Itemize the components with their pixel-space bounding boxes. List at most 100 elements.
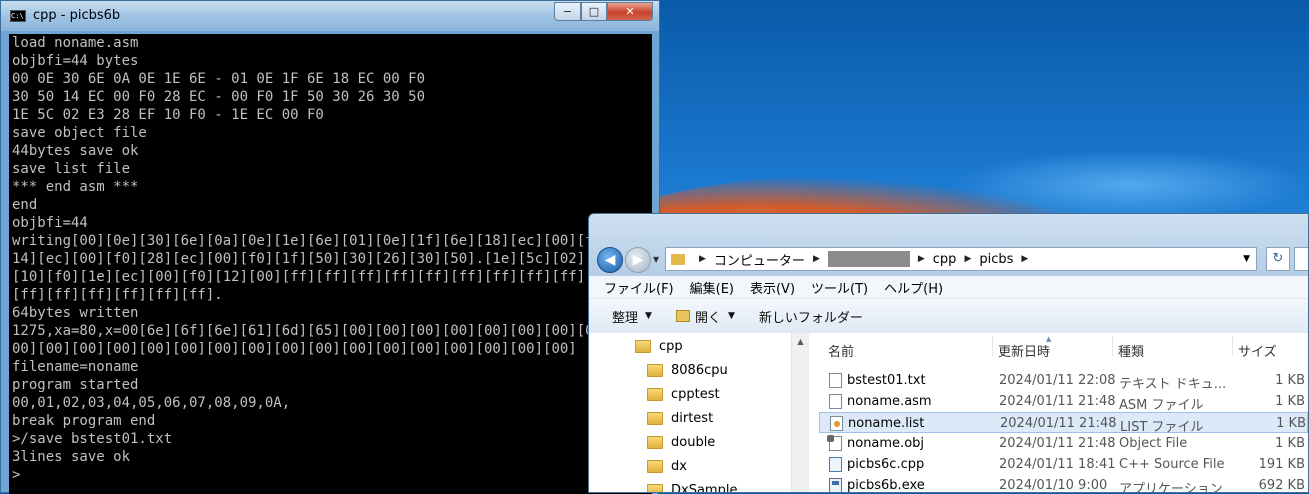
menu-bar: ファイル(F) 編集(E) 表示(V) ツール(T) ヘルプ(H) — [589, 276, 1308, 299]
file-row[interactable]: noname.asm 2024/01/11 21:48 ASM ファイル 1 KB — [819, 391, 1308, 413]
column-date[interactable]: 更新日時 — [998, 341, 1050, 360]
console-line: 00,01,02,03,04,05,06,07,08,09,0A, — [12, 395, 291, 411]
address-bar[interactable]: ▶ コンピューター ▶ ▶ cpp ▶ picbs ▶ ▼ — [665, 247, 1257, 271]
file-size: 1 KB — [1275, 436, 1305, 451]
open-button[interactable]: 開く ▼ — [675, 307, 735, 326]
new-folder-label: 新しいフォルダー — [758, 310, 863, 326]
file-name: picbs6b.exe — [847, 478, 925, 493]
breadcrumb-separator-icon[interactable]: ▶ — [918, 254, 925, 264]
console-line: end — [12, 197, 38, 213]
console-window[interactable]: C:\ cpp - picbs6b − □ ✕ load noname.asm o… — [0, 0, 660, 494]
maximize-button[interactable]: □ — [581, 2, 607, 21]
file-size: 692 KB — [1258, 478, 1305, 493]
file-name: noname.obj — [847, 436, 925, 451]
file-size: 1 KB — [1275, 373, 1305, 388]
search-input[interactable] — [1294, 247, 1308, 271]
console-line: writing[00][0e][30][6e][0a][0e][1e][6e][… — [12, 233, 619, 249]
file-size: 1 KB — [1276, 416, 1306, 431]
window-buttons: − □ ✕ — [554, 2, 653, 21]
breadcrumb-computer[interactable]: コンピューター — [714, 250, 805, 269]
sort-indicator-icon: ▲ — [1046, 335, 1052, 343]
file-row[interactable]: bstest01.txt 2024/01/11 22:08 テキスト ドキュ... 1… — [819, 370, 1308, 392]
console-line: 44bytes save ok — [12, 143, 139, 159]
menu-tools[interactable]: ツール(T) — [811, 278, 868, 297]
address-dropdown-icon[interactable]: ▼ — [1243, 254, 1250, 264]
breadcrumb-separator-icon[interactable]: ▶ — [699, 254, 706, 264]
file-type: C++ Source File — [1119, 457, 1225, 472]
column-divider[interactable] — [1112, 336, 1113, 356]
console-line: 30 50 14 EC 00 F0 28 EC - 00 F0 1F 50 30… — [12, 89, 426, 105]
new-folder-button[interactable]: 新しいフォルダー — [759, 307, 863, 326]
breadcrumb-cpp[interactable]: cpp — [933, 252, 957, 267]
file-size: 191 KB — [1258, 457, 1305, 472]
file-date: 2024/01/11 21:48 — [999, 394, 1116, 409]
file-row[interactable]: picbs6b.exe 2024/01/10 9:00 アプリケーション 692 KB — [819, 475, 1308, 493]
folder-icon — [671, 253, 685, 265]
column-divider[interactable] — [1232, 336, 1233, 356]
menu-view[interactable]: 表示(V) — [750, 278, 795, 297]
console-line: 00][00][00][00][00][00][00][00][00][00][… — [12, 341, 577, 357]
console-line: 00 0E 30 6E 0A 0E 1E 6E - 01 0E 1F 6E 18… — [12, 71, 426, 87]
column-size[interactable]: サイズ — [1238, 341, 1277, 360]
file-row[interactable]: noname.obj 2024/01/11 21:48 Object File 1 K… — [819, 433, 1308, 454]
file-date: 2024/01/11 21:48 — [999, 436, 1116, 451]
column-headers: 名前 更新日時 ▲ 種類 サイズ — [589, 333, 1308, 360]
console-line: 1275,xa=80,x=00[6e][6f][6e][61][6d][65][… — [12, 323, 619, 339]
file-type: Object File — [1119, 436, 1188, 451]
forward-button[interactable]: ▶ — [625, 247, 651, 273]
console-line: [10][f0][1e][ec][00][f0][12][00][ff][ff]… — [12, 269, 628, 285]
breadcrumb-separator-icon[interactable]: ▶ — [1021, 254, 1028, 264]
console-app-icon: C:\ — [10, 10, 26, 22]
file-date: 2024/01/11 21:48 — [1000, 416, 1117, 431]
file-list[interactable]: 名前 更新日時 ▲ 種類 サイズ bstest01.txt 2024/01/11 … — [589, 333, 1308, 492]
chevron-down-icon: ▼ — [645, 311, 652, 321]
file-row[interactable]: noname.list 2024/01/11 21:48 LIST ファイル 1 KB — [819, 412, 1308, 435]
open-icon — [675, 310, 690, 322]
menu-help[interactable]: ヘルプ(H) — [884, 278, 943, 297]
breadcrumb-separator-icon[interactable]: ▶ — [964, 254, 971, 264]
console-output[interactable]: load noname.asm objbfi=44 bytes 00 0E 30 6… — [9, 34, 653, 494]
redacted-breadcrumb — [827, 251, 910, 267]
console-line: 64bytes written — [12, 305, 139, 321]
column-name[interactable]: 名前 — [828, 341, 854, 360]
column-type[interactable]: 種類 — [1118, 341, 1144, 360]
console-title: cpp - picbs6b — [33, 8, 121, 23]
file-type: テキスト ドキュ... — [1119, 377, 1227, 392]
file-name: noname.list — [848, 416, 925, 431]
explorer-panes: ▲ cpp 8086cpu cpptest dirtest double dx DxSamp… — [589, 333, 1308, 492]
file-type: アプリケーション — [1119, 482, 1223, 493]
console-titlebar[interactable]: C:\ cpp - picbs6b − □ ✕ — [1, 1, 659, 31]
console-line: filename=noname — [12, 359, 139, 375]
column-divider[interactable] — [992, 336, 993, 356]
file-row[interactable]: picbs6c.cpp 2024/01/11 18:41 C++ Source Fi… — [819, 454, 1308, 475]
organize-button[interactable]: 整理 ▼ — [612, 307, 652, 326]
organize-label: 整理 — [612, 310, 639, 326]
recent-pages-dropdown-icon[interactable]: ▼ — [653, 255, 659, 264]
refresh-button[interactable]: ↻ — [1266, 247, 1290, 271]
console-line: program started — [12, 377, 139, 393]
console-line: 3lines save ok — [12, 449, 131, 465]
list-file-icon — [830, 416, 843, 431]
open-label: 開く — [694, 310, 721, 326]
file-type: ASM ファイル — [1119, 398, 1204, 413]
console-line: objbfi=44 bytes — [12, 53, 139, 69]
console-line: > — [12, 467, 21, 483]
breadcrumb-separator-icon[interactable]: ▶ — [813, 254, 820, 264]
text-file-icon — [829, 373, 842, 388]
console-line: break program end — [12, 413, 156, 429]
file-name: noname.asm — [847, 394, 932, 409]
breadcrumb-picbs[interactable]: picbs — [979, 252, 1013, 267]
file-date: 2024/01/11 22:08 — [999, 373, 1116, 388]
file-name: picbs6c.cpp — [847, 457, 925, 472]
explorer-window[interactable]: ◀ ▶ ▼ ▶ コンピューター ▶ ▶ cpp ▶ picbs ▶ ▼ ↻ ファ… — [588, 213, 1309, 493]
console-line: 1E 5C 02 E3 28 EF 10 F0 - 1E EC 00 F0 — [12, 107, 324, 123]
minimize-button[interactable]: − — [554, 2, 581, 21]
console-line: objbfi=44 — [12, 215, 88, 231]
menu-file[interactable]: ファイル(F) — [604, 278, 674, 297]
back-button[interactable]: ◀ — [597, 247, 623, 273]
console-line: save list file — [12, 161, 131, 177]
close-button[interactable]: ✕ — [607, 2, 653, 21]
explorer-toolbar: ◀ ▶ ▼ ▶ コンピューター ▶ ▶ cpp ▶ picbs ▶ ▼ ↻ — [589, 214, 1308, 276]
console-line: *** end asm *** — [12, 179, 139, 195]
menu-edit[interactable]: 編集(E) — [690, 278, 734, 297]
